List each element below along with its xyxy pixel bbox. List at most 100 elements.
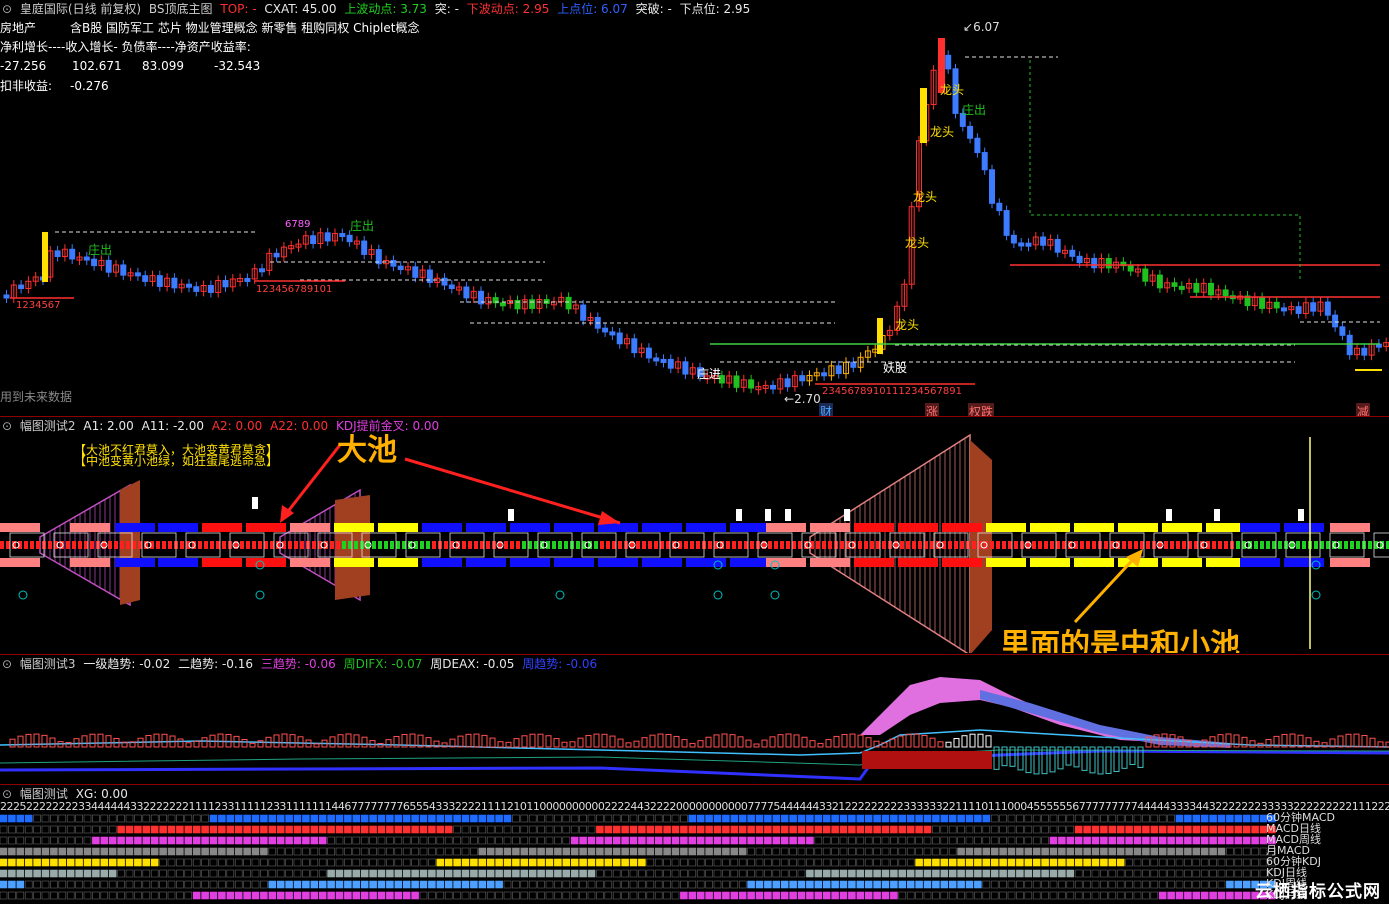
signal-cell [663,858,671,867]
signal-cell [1091,891,1100,900]
macd-bar [913,733,920,748]
candle-body [1142,268,1149,282]
trend-indicator-chart[interactable] [0,655,1389,783]
macd-bar [521,735,528,748]
signal-cell [1024,880,1033,889]
signal-cell [58,891,67,900]
small-pool-cell [552,541,556,549]
small-pool-cell [558,541,562,549]
collapse-icon[interactable]: ⊙ [2,2,12,16]
collapse-icon[interactable]: ⊙ [2,657,12,671]
small-pool-cell [420,541,424,549]
signal-cell [730,825,739,834]
signal-cell [478,825,487,834]
main-chart-pane[interactable]: ⊙ 皇庭国际(日线 前复权) BS顶底主图 TOP: - CXAT: 45.00… [0,0,1389,416]
resistance-line [1029,60,1301,280]
signal-cell [226,814,235,823]
signal-cell [680,880,688,889]
event-tag-quandie[interactable]: 权跌 [968,403,995,416]
signal-grid-pane[interactable]: ⊙ 幅图测试 XG: 0.00 222522222222334444443322… [0,785,1389,904]
signal-cell [167,814,176,823]
signal-cell [268,814,277,823]
signal-cell [1184,880,1192,889]
signal-cell [386,814,394,823]
signal-cell [83,825,92,834]
signal-cell [50,869,58,878]
small-pool-cell [606,541,610,549]
signal-cell [1150,847,1159,856]
signal-cell [1167,880,1175,889]
concepts-label: 含B股 国防军工 芯片 物业管理概念 新零售 租购同权 Chiplet概念 [70,21,420,35]
macd-bar [657,733,664,748]
signal-cell [1074,869,1083,878]
signal-cell [66,858,75,867]
event-tag-cai[interactable]: 财 [819,403,834,416]
signal-cell [890,814,898,823]
candle-body [120,264,127,276]
pool-indicator-pane[interactable]: ⊙ 幅图测试2 A1: 2.00 A11: -2.00 A2: 0.00 A22… [0,417,1389,653]
signal-cell [352,891,361,900]
signal-cell [8,814,16,823]
signal-cell [520,847,529,856]
signal-cell [243,869,251,878]
pool-block-bottom [686,558,726,567]
sub1-name[interactable]: 幅图测试2 [20,419,76,433]
signal-cell [1175,858,1184,867]
small-pool-cell [1164,541,1168,549]
macd-bar [841,733,848,748]
signal-cell [965,836,974,845]
macd-bar [9,738,16,748]
macd-bar [857,734,864,748]
trend-indicator-pane[interactable]: ⊙ 幅图测试3 一级趋势: -0.02 二趋势: -0.16 三趋势: -0.0… [0,655,1389,783]
candle-body [682,361,689,375]
arrow-big-pool-b [280,444,342,520]
signal-cell [646,836,655,845]
collapse-icon[interactable]: ⊙ [2,787,12,801]
signal-cell [159,847,167,856]
signal-cell [722,836,730,845]
signal-cell [839,814,848,823]
event-tag-jian[interactable]: 减 [1356,403,1371,416]
candle-body [945,54,952,70]
main-candlestick-chart[interactable] [0,0,1389,416]
collapse-icon[interactable]: ⊙ [2,419,12,433]
signal-cell [780,825,789,834]
signal-cell [537,836,545,845]
signal-cell [251,869,260,878]
signal-cell [940,891,949,900]
pool-block-top [290,523,330,532]
signal-cell [1242,836,1251,845]
small-pool-cell [1086,541,1090,549]
signal-cell [562,825,571,834]
signal-cell [545,858,554,867]
signal-cell [713,814,722,823]
sub3-name[interactable]: 幅图测试 [20,787,68,801]
signal-cell [108,891,117,900]
signal-cell [612,847,621,856]
small-pool-cell [1002,541,1006,549]
signal-cell [562,858,571,867]
signal-cell [386,825,394,834]
candle-body [259,268,265,273]
small-pool-cell [336,541,340,549]
signal-cell [537,825,545,834]
signal-cell [1209,836,1217,845]
signal-cell [176,891,184,900]
signal-cell [999,880,1007,889]
candle-body [1156,274,1163,289]
candle-body [974,137,981,154]
indicator-name[interactable]: BS顶底主图 [149,2,213,16]
candle-body [1208,282,1214,296]
small-pool-cell [126,541,130,549]
event-tag-zhang[interactable]: 涨 [925,403,940,416]
signal-cell [965,814,974,823]
candle-body [1003,210,1010,236]
sub2-name[interactable]: 幅图测试3 [20,657,76,671]
macd-bar [601,733,608,748]
signal-cell [428,858,436,867]
candle-body [273,252,280,258]
signal-cell [528,814,537,823]
signal-cell [881,847,890,856]
signal-cell [1167,825,1175,834]
signal-cell [579,858,587,867]
